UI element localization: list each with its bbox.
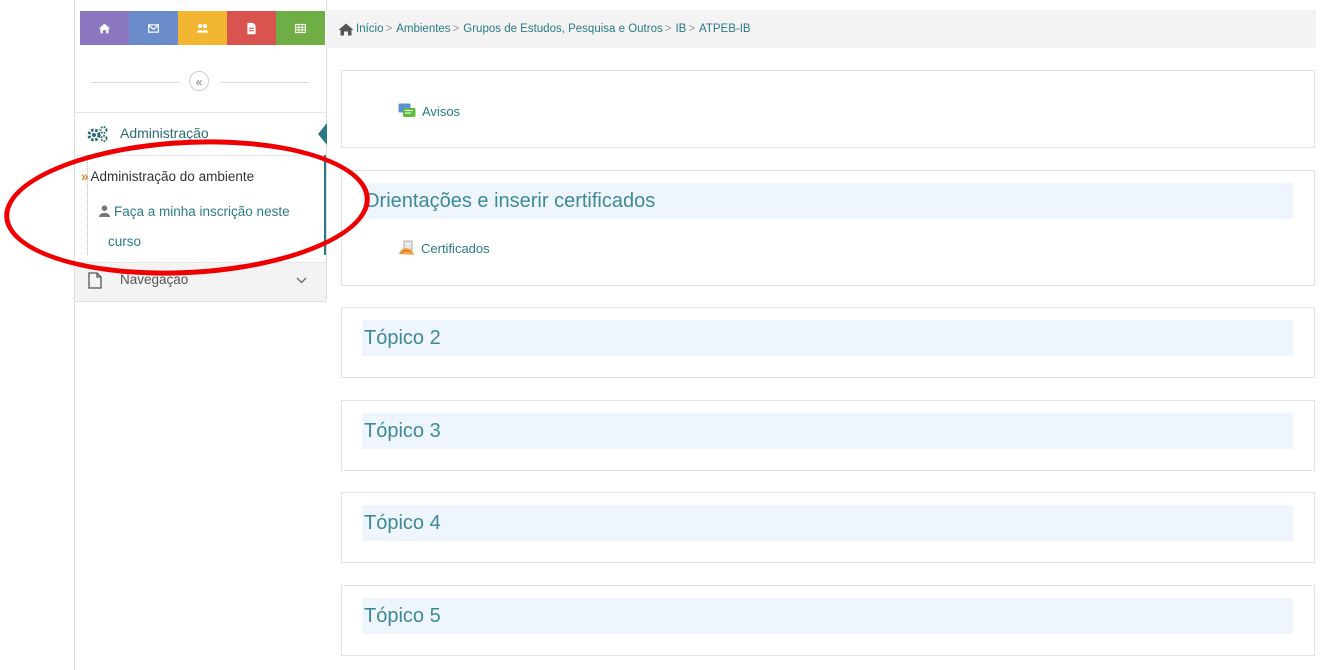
divider [220,82,310,83]
administration-block-header[interactable]: Administração [75,112,327,156]
course-section-general: Avisos [341,70,1315,148]
activity-certificados-label: Certificados [421,240,490,256]
section-title[interactable]: Tópico 2 [362,320,1293,356]
quick-users-button[interactable] [178,11,227,45]
course-section-4: Tópico 4 [341,492,1315,563]
quick-mail-button[interactable] [129,11,178,45]
certificate-icon [399,240,414,255]
administration-block-body: » Administração do ambiente Faça a minha … [75,155,326,255]
breadcrumb-item-grupos[interactable]: Grupos de Estudos, Pesquisa e Outros [463,23,662,35]
breadcrumb-item-atpeb-ib[interactable]: ATPEB-IB [699,23,751,35]
course-section-2: Tópico 2 [341,307,1315,378]
sidebar: « Administração » Administração do ambien… [75,0,327,302]
section-title[interactable]: Tópico 4 [362,505,1293,541]
course-administration-label: Administração do ambiente [90,169,255,184]
course-section-5: Tópico 5 [341,585,1315,656]
divider [90,82,180,83]
enrol-me-link[interactable]: Faça a minha inscrição neste curso [99,197,314,256]
section-title[interactable]: Tópico 5 [362,598,1293,634]
breadcrumb-item-ib[interactable]: IB [675,23,686,35]
home-icon [98,23,111,33]
activity-avisos-label: Avisos [422,103,461,119]
administration-title: Administração [120,125,209,141]
navigation-title: Navegação [120,272,189,287]
breadcrumb-separator: > [664,23,672,35]
breadcrumb-home-icon[interactable] [338,23,354,36]
collapse-sidebar-button[interactable]: « [189,71,209,91]
collapse-row: « [90,70,310,94]
enrol-me-label-line2: curso [108,233,142,249]
navigation-block-header[interactable]: Navegação [75,262,326,302]
chevron-down-icon[interactable] [296,277,307,284]
quick-table-button[interactable] [276,11,325,45]
breadcrumb-item-inicio[interactable]: Início [356,23,384,35]
breadcrumb-item-ambientes[interactable]: Ambientes [396,23,450,35]
document-icon [88,272,102,289]
active-block-pointer [318,123,327,145]
breadcrumb-separator: > [452,23,460,35]
breadcrumb: Início > Ambientes > Grupos de Estudos, … [326,10,1316,48]
course-section-3: Tópico 3 [341,400,1315,471]
user-icon [99,198,110,227]
activity-certificados[interactable]: Certificados [398,240,490,256]
quick-home-button[interactable] [80,11,129,45]
section-title[interactable]: Tópico 3 [362,413,1293,449]
course-administration-node[interactable]: » Administração do ambiente [81,169,254,184]
file-icon [247,22,256,34]
users-icon [196,23,209,33]
gears-icon [87,126,108,143]
expand-arrow-icon: » [81,169,89,184]
activity-avisos[interactable]: Avisos [398,103,460,119]
table-icon [295,23,306,33]
mail-icon [148,23,159,33]
enrol-me-label-line1: Faça a minha inscrição neste [114,204,290,219]
section-title[interactable]: Orientações e inserir certificados [362,183,1293,219]
quick-access-bar [80,11,325,45]
quick-file-button[interactable] [227,11,276,45]
breadcrumb-separator: > [688,23,696,35]
forum-icon [398,103,416,117]
course-section-1: Orientações e inserir certificados Certi… [341,170,1315,286]
breadcrumb-separator: > [385,23,393,35]
